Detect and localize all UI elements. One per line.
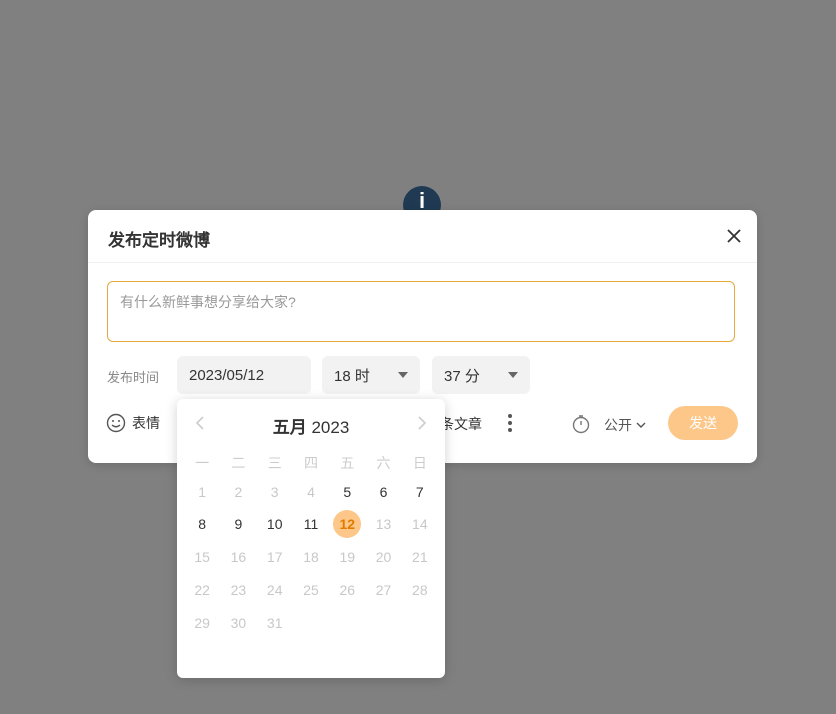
send-button[interactable]: 发送: [668, 406, 738, 440]
calendar-day: 16: [230, 549, 247, 565]
selected-day-marker: 12: [333, 510, 362, 538]
dialog-title: 发布定时微博: [108, 231, 210, 250]
calendar-day: 4: [307, 484, 315, 500]
visibility-label: 公开: [604, 417, 632, 433]
calendar-day: 18: [303, 549, 319, 565]
calendar-day: 23: [230, 582, 247, 598]
calendar-day[interactable]: 9: [220, 510, 256, 538]
date-value: 2023/05/12: [189, 366, 265, 384]
calendar-day[interactable]: 5: [329, 478, 365, 506]
calendar-empty-cell: [365, 609, 401, 637]
weekday-header: 一 二 三 四 五 六 日: [184, 453, 438, 473]
calendar-day: 1: [198, 484, 207, 500]
article-button[interactable]: 条文章: [440, 414, 482, 434]
calendar-day: 3: [270, 484, 279, 500]
calendar-day: 31: [266, 615, 283, 631]
calendar-day: 19: [339, 549, 356, 565]
calendar-day[interactable]: 8: [184, 510, 220, 538]
calendar-week-row: 29 30 31: [184, 609, 438, 637]
chevron-right-icon[interactable]: [411, 413, 431, 433]
smiley-icon: [106, 413, 126, 433]
calendar-year: 2023: [311, 418, 350, 437]
calendar-day[interactable]: 10: [257, 510, 293, 538]
calendar-empty-cell: [293, 609, 329, 637]
calendar-day: 17: [266, 549, 283, 565]
calendar-day: 24: [266, 582, 283, 598]
calendar-day: 27: [375, 582, 392, 598]
date-picker-calendar: 五月 2023 一 二 三 四 五 六 日 1 2 3 4 5 6 7 8 9 10 11 12 13 1…: [177, 399, 445, 678]
article-label: 条文章: [440, 416, 482, 432]
timer-icon[interactable]: [571, 414, 591, 434]
calendar-day[interactable]: 7: [402, 478, 438, 506]
more-vertical-icon[interactable]: [502, 412, 518, 434]
calendar-day: 13: [375, 516, 392, 532]
calendar-day: 29: [194, 615, 210, 631]
calendar-day: 20: [375, 549, 392, 565]
calendar-day: 25: [303, 582, 319, 598]
compose-input[interactable]: 有什么新鲜事想分享给大家?: [107, 281, 735, 342]
minute-value: 37 分: [444, 367, 480, 385]
calendar-day: 21: [412, 549, 428, 565]
close-icon[interactable]: [723, 225, 745, 247]
calendar-day-selected[interactable]: 12: [329, 510, 365, 538]
calendar-week-row: 22 23 24 25 26 27 28: [184, 576, 438, 604]
calendar-week-row: 1 2 3 4567: [184, 478, 438, 506]
calendar-empty-cell: [329, 609, 365, 637]
minute-select[interactable]: 37 分: [432, 356, 530, 394]
calendar-day: 2: [234, 484, 243, 500]
calendar-day[interactable]: 6: [365, 478, 401, 506]
visibility-dropdown[interactable]: 公开: [604, 415, 647, 435]
date-picker-input[interactable]: 2023/05/12: [177, 356, 311, 394]
weekday-label: 二: [231, 455, 246, 471]
calendar-day: 14: [412, 516, 428, 532]
publish-time-label: 发布时间: [107, 370, 160, 385]
calendar-day: 26: [339, 582, 356, 598]
weekday-label: 六: [376, 455, 391, 471]
calendar-day: 22: [194, 582, 210, 598]
calendar-empty-cell: [402, 609, 438, 637]
emoji-label: 表情: [132, 415, 160, 431]
dialog-header: 发布定时微博: [88, 210, 757, 263]
weekday-label: 三: [267, 455, 282, 471]
weekday-label: 日: [412, 455, 427, 471]
calendar-day: 30: [230, 615, 247, 631]
calendar-day[interactable]: 11: [293, 510, 329, 538]
calendar-day: 15: [194, 549, 210, 565]
calendar-day: 28: [412, 582, 428, 598]
hour-value: 18 时: [334, 367, 370, 385]
weekday-label: 四: [303, 455, 318, 471]
weekday-label: 五: [340, 455, 355, 471]
calendar-week-row: 15 16 17 18 19 20 21: [184, 543, 438, 571]
calendar-week-row: 8 9 10 11 12 13 14: [184, 510, 438, 538]
caret-down-icon: [508, 372, 518, 378]
weekday-label: 一: [195, 455, 210, 471]
caret-down-icon: [398, 372, 408, 378]
emoji-button[interactable]: 表情: [106, 413, 160, 433]
chevron-down-icon: [635, 419, 647, 431]
calendar-month: 五月: [272, 418, 307, 437]
hour-select[interactable]: 18 时: [322, 356, 420, 394]
calendar-title: 五月 2023: [177, 413, 445, 438]
